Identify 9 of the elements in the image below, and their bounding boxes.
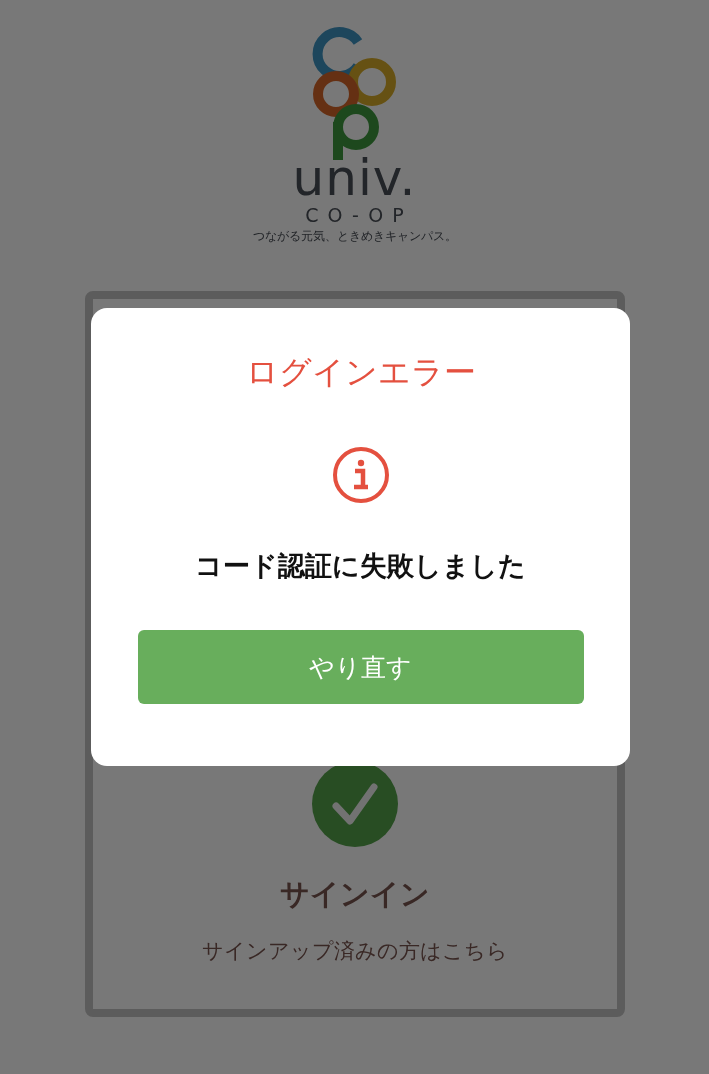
signin-title: サインイン — [279, 876, 430, 913]
info-icon — [331, 446, 390, 504]
retry-button[interactable]: やり直す — [137, 630, 584, 704]
logo-subtitle: CO-OP — [304, 204, 413, 226]
logo-tagline: つながる元気、ときめきキャンパス。 — [252, 228, 457, 245]
dialog-message: コード認証に失敗しました — [195, 549, 526, 583]
signin-subtitle: サインアップ済みの方はこちら — [201, 938, 508, 965]
logo-wordmark: univ. — [292, 156, 417, 200]
dialog-title: ログインエラー — [245, 352, 476, 392]
